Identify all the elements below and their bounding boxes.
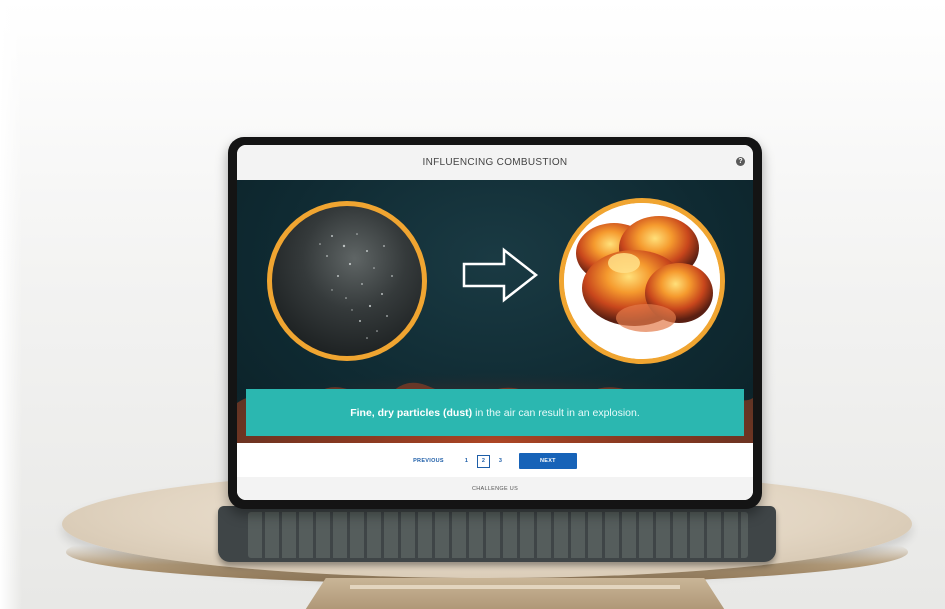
challenge-us-link[interactable]: CHALLENGE US: [472, 486, 518, 492]
dust-particles-image: [267, 201, 427, 361]
page-2-button[interactable]: 2: [476, 454, 490, 468]
table-base-stripe: [350, 585, 680, 589]
explosion-image: [559, 198, 725, 364]
footer: CHALLENGE US: [237, 477, 753, 500]
help-icon[interactable]: ?: [736, 157, 745, 166]
page-1-button[interactable]: 1: [460, 455, 473, 468]
tablet-device: INFLUENCING COMBUSTION ? Fine, dry parti…: [228, 137, 762, 509]
keyboard-keys: [248, 512, 748, 558]
caption-bar: Fine, dry particles (dust) in the air ca…: [246, 389, 744, 436]
table-base: [300, 578, 730, 609]
app-header: INFLUENCING COMBUSTION ?: [237, 145, 753, 180]
photo-scene: INFLUENCING COMBUSTION ? Fine, dry parti…: [0, 0, 945, 609]
dust-specks: [319, 233, 393, 339]
caption-emphasis: Fine, dry particles (dust): [350, 406, 473, 419]
wall-light: [0, 0, 22, 609]
right-arrow-outline-icon: [462, 247, 539, 303]
next-button[interactable]: NEXT: [518, 453, 577, 469]
previous-button[interactable]: PREVIOUS: [413, 458, 444, 464]
caption-text: in the air can result in an explosion.: [475, 406, 640, 419]
tablet-screen: INFLUENCING COMBUSTION ? Fine, dry parti…: [237, 145, 753, 500]
tablet-keyboard: [218, 506, 776, 562]
page-3-button[interactable]: 3: [494, 455, 507, 468]
page-title: INFLUENCING COMBUSTION: [422, 157, 568, 168]
pagination: PREVIOUS 1 2 3 NEXT: [237, 450, 753, 472]
explosion-fireball: [564, 203, 720, 359]
